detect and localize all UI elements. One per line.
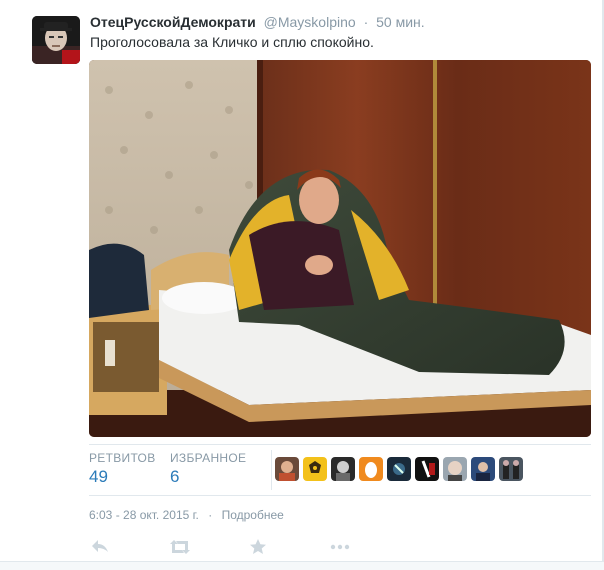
username[interactable]: @Mayskolpino bbox=[264, 14, 356, 30]
tweet-header: ОтецРусскойДемократи @Mayskolpino · 50 м… bbox=[90, 14, 425, 30]
avatar[interactable] bbox=[32, 16, 80, 64]
favorites-label: ИЗБРАННОЕ bbox=[170, 451, 247, 465]
tweet-time[interactable]: 50 мин. bbox=[376, 14, 425, 30]
fullname[interactable]: ОтецРусскойДемократи bbox=[90, 14, 256, 30]
meta-separator: · bbox=[208, 508, 213, 522]
tweet-meta: 6:03 - 28 окт. 2015 г. · Подробнее bbox=[89, 508, 284, 522]
retweeter-avatar[interactable] bbox=[275, 457, 299, 481]
tweet-photo[interactable] bbox=[89, 60, 591, 437]
retweeter-avatar[interactable] bbox=[387, 457, 411, 481]
tweet-actions bbox=[89, 536, 591, 558]
tweet-stats: РЕТВИТОВ 49 ИЗБРАННОЕ 6 bbox=[89, 444, 591, 496]
details-link[interactable]: Подробнее bbox=[222, 508, 284, 522]
retweets-stat[interactable]: РЕТВИТОВ 49 bbox=[89, 451, 156, 487]
retweets-count[interactable]: 49 bbox=[89, 467, 156, 487]
tweet-text: Проголосовала за Кличко и сплю спокойно. bbox=[90, 34, 374, 50]
retweeter-avatar[interactable] bbox=[471, 457, 495, 481]
favorites-count[interactable]: 6 bbox=[170, 467, 246, 487]
favorite-icon[interactable] bbox=[247, 536, 269, 558]
retweeter-avatar[interactable] bbox=[303, 457, 327, 481]
more-icon[interactable] bbox=[329, 536, 351, 558]
retweeter-avatar[interactable] bbox=[499, 457, 523, 481]
header-separator: · bbox=[363, 14, 369, 30]
retweeter-avatar[interactable] bbox=[359, 457, 383, 481]
favorites-stat[interactable]: ИЗБРАННОЕ 6 bbox=[170, 451, 246, 487]
tweet-timestamp: 6:03 - 28 окт. 2015 г. bbox=[89, 508, 199, 522]
retweeter-avatar[interactable] bbox=[443, 457, 467, 481]
tweet: ОтецРусскойДемократи @Mayskolpino · 50 м… bbox=[0, 0, 604, 562]
retweeter-avatar[interactable] bbox=[415, 457, 439, 481]
retweets-label: РЕТВИТОВ bbox=[89, 451, 156, 465]
bottom-frame bbox=[0, 561, 604, 570]
retweeter-avatar[interactable] bbox=[331, 457, 355, 481]
stats-divider bbox=[271, 450, 272, 490]
retweet-icon[interactable] bbox=[168, 536, 190, 558]
reply-icon[interactable] bbox=[89, 536, 111, 558]
